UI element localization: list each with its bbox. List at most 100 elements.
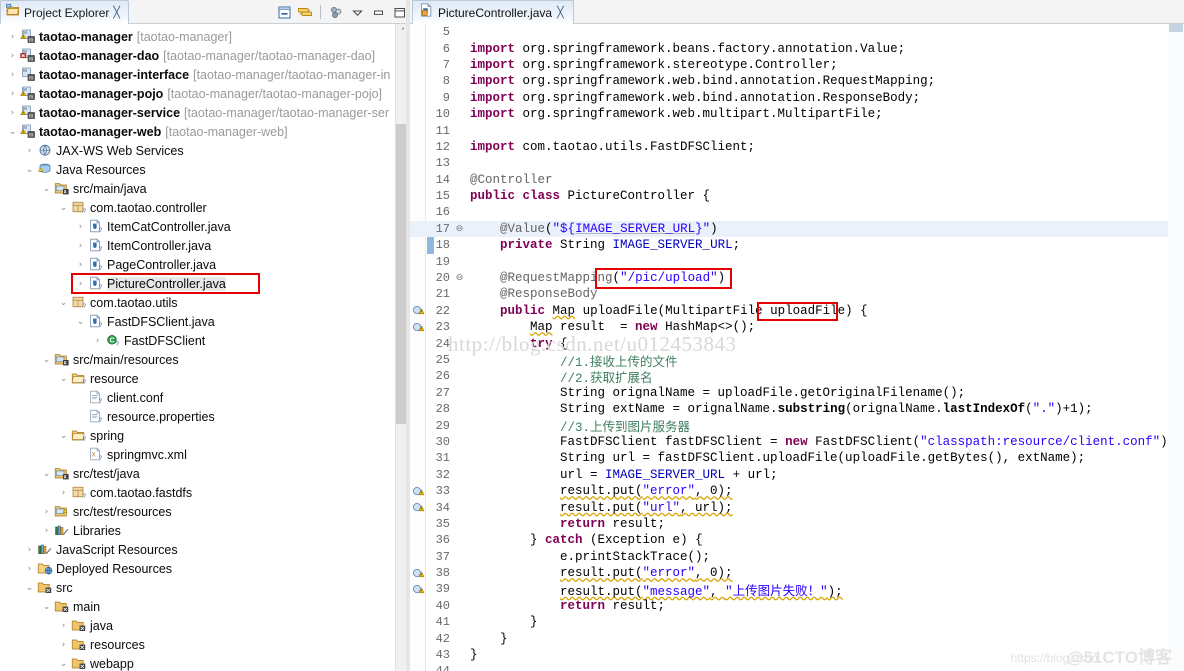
expand-arrow-icon[interactable]: ⌄ [6,127,19,137]
code-line-6[interactable]: 6 import org.springframework.beans.factor… [410,40,1184,56]
tree-item-resource[interactable]: ⌄? resource [0,369,390,388]
code-line-28[interactable]: 28 String extName = orignalName.substrin… [410,401,1184,417]
tree-item-javascript-resources[interactable]: › JavaScript Resources [0,540,390,559]
expand-arrow-icon[interactable]: ⌄ [57,431,70,441]
code-line-12[interactable]: 12 import com.taotao.utils.FastDFSClient; [410,139,1184,155]
tab-picturecontroller-java[interactable]: PictureController.java ╳ [412,0,574,24]
expand-arrow-icon[interactable]: ⌄ [57,203,70,213]
tree-item-src-main-java[interactable]: ⌄ src/main/java [0,179,390,198]
code-line-8[interactable]: 8 import org.springframework.web.bind.ann… [410,73,1184,89]
tree-item-java[interactable]: › java [0,616,390,635]
close-icon[interactable]: ╳ [557,7,564,18]
collapse-arrow-icon[interactable]: › [6,32,19,42]
tree-item-src[interactable]: ⌄ src [0,578,390,597]
code-line-19[interactable]: 19 [410,253,1184,269]
code-line-27[interactable]: 27 String orignalName = uploadFile.getOr… [410,385,1184,401]
fold-collapse-icon[interactable]: ⊖ [454,224,465,234]
tree-item-jax-ws-web-services[interactable]: › JAX-WS Web Services [0,141,390,160]
code-line-24[interactable]: 24 try { [410,335,1184,351]
close-icon[interactable]: ╳ [113,7,120,18]
expand-arrow-icon[interactable]: ⌄ [74,317,87,327]
collapse-all-icon[interactable] [275,3,293,21]
collapse-arrow-icon[interactable]: › [74,260,87,270]
code-line-31[interactable]: 31 String url = fastDFSClient.uploadFile… [410,450,1184,466]
code-line-15[interactable]: 15 public class PictureController { [410,188,1184,204]
tree-item-webapp[interactable]: ⌄ webapp [0,654,390,671]
tree-item-itemcatcontroller-java[interactable]: ›? ItemCatController.java [0,217,390,236]
collapse-arrow-icon[interactable]: › [23,545,36,555]
code-line-13[interactable]: 13 [410,155,1184,171]
code-line-33[interactable]: 33 result.put("error", 0); [410,483,1184,499]
tree-item-java-resources[interactable]: ⌄ Java Resources [0,160,390,179]
expand-arrow-icon[interactable]: ⌄ [23,165,36,175]
code-line-32[interactable]: 32 url = IMAGE_SERVER_URL + url; [410,467,1184,483]
code-line-40[interactable]: 40 return result; [410,598,1184,614]
tab-project-explorer[interactable]: Project Explorer ╳ [0,0,129,24]
collapse-arrow-icon[interactable]: › [23,564,36,574]
collapse-arrow-icon[interactable]: › [57,640,70,650]
code-line-39[interactable]: 39 result.put("message", "上传图片失败！"); [410,581,1184,599]
tree-item-springmvc-xml[interactable]: X? springmvc.xml [0,445,390,464]
code-line-9[interactable]: 9 import org.springframework.web.bind.ann… [410,90,1184,106]
tree-item-itemcontroller-java[interactable]: ›? ItemController.java [0,236,390,255]
code-line-5[interactable]: 5 [410,24,1184,40]
tree-item-pagecontroller-java[interactable]: ›? PageController.java [0,255,390,274]
code-line-21[interactable]: 21 @ResponseBody [410,286,1184,302]
chevron-down-icon[interactable] [348,3,366,21]
code-line-41[interactable]: 41 } [410,614,1184,630]
code-line-30[interactable]: 30 FastDFSClient fastDFSClient = new Fas… [410,434,1184,450]
tree-item-src-test-resources[interactable]: › src/test/resources [0,502,390,521]
tree-item-libraries[interactable]: › Libraries [0,521,390,540]
code-line-20[interactable]: 20 ⊖ @RequestMapping("/pic/upload") [410,270,1184,286]
expand-arrow-icon[interactable]: ⌄ [57,374,70,384]
code-line-25[interactable]: 25 //1.接收上传的文件 [410,352,1184,370]
tree-item-resource-properties[interactable]: ? resource.properties [0,407,390,426]
tree-item-main[interactable]: ⌄ main [0,597,390,616]
code-line-22[interactable]: 22 public Map uploadFile(MultipartFile u… [410,303,1184,319]
code-line-34[interactable]: 34 result.put("url", url); [410,499,1184,515]
collapse-arrow-icon[interactable]: › [40,526,53,536]
tree-item-taotao-manager-service[interactable]: › Mm taotao-manager-service [taotao-manager… [0,103,390,122]
collapse-arrow-icon[interactable]: › [74,279,87,289]
code-line-36[interactable]: 36 } catch (Exception e) { [410,532,1184,548]
expand-arrow-icon[interactable]: ⌄ [57,659,70,669]
collapse-arrow-icon[interactable]: › [74,241,87,251]
code-line-10[interactable]: 10 import org.springframework.web.multipa… [410,106,1184,122]
code-line-44[interactable]: 44 [410,663,1184,671]
code-line-35[interactable]: 35 return result; [410,516,1184,532]
code-line-17[interactable]: 17 ⊖ @Value("${IMAGE_SERVER_URL}") [410,220,1184,238]
collapse-arrow-icon[interactable]: › [40,507,53,517]
tree-item-client-conf[interactable]: ? client.conf [0,388,390,407]
expand-arrow-icon[interactable]: ⌄ [40,469,53,479]
tree-item-spring[interactable]: ⌄? spring [0,426,390,445]
tree-item-com-taotao-controller[interactable]: ⌄? com.taotao.controller [0,198,390,217]
code-line-14[interactable]: 14 @Controller [410,172,1184,188]
code-editor[interactable]: 5 6 import org.springframework.beans.facto… [410,24,1184,671]
code-line-11[interactable]: 11 [410,122,1184,138]
scrollbar-thumb[interactable] [1169,24,1183,32]
collapse-arrow-icon[interactable]: › [6,70,19,80]
expand-arrow-icon[interactable]: ⌄ [23,583,36,593]
fold-collapse-icon[interactable]: ⊖ [454,273,465,283]
collapse-arrow-icon[interactable]: › [6,108,19,118]
tree-item-resources[interactable]: › resources [0,635,390,654]
code-line-43[interactable]: 43} [410,647,1184,663]
code-line-18[interactable]: 18 private String IMAGE_SERVER_URL; [410,237,1184,253]
tree-item-fastdfsclient[interactable]: › C? FastDFSClient [0,331,390,350]
code-line-29[interactable]: 29 //3.上传到图片服务器 [410,417,1184,436]
tree-item-taotao-manager-pojo[interactable]: › Mm taotao-manager-pojo [taotao-manager/ta… [0,84,390,103]
collapse-arrow-icon[interactable]: › [57,488,70,498]
collapse-arrow-icon[interactable]: › [74,222,87,232]
tree-item-taotao-manager-interface[interactable]: › Mm taotao-manager-interface [taotao-manag… [0,65,391,84]
editor-vertical-scrollbar[interactable] [1168,24,1184,671]
view-menu-icon[interactable] [327,3,345,21]
tree-item-taotao-manager-web[interactable]: ⌄ Mm taotao-manager-web [taotao-manager-web… [0,122,390,141]
expand-arrow-icon[interactable]: ⌄ [40,355,53,365]
tree-item-picturecontroller-java[interactable]: ›? PictureController.java [0,274,390,293]
tree-item-taotao-manager[interactable]: › Mm taotao-manager [taotao-manager] [0,27,390,46]
collapse-arrow-icon[interactable]: › [23,146,36,156]
code-line-7[interactable]: 7 import org.springframework.stereotype.C… [410,57,1184,73]
collapse-arrow-icon[interactable]: › [6,51,19,61]
code-line-38[interactable]: 38 result.put("error", 0); [410,565,1184,581]
collapse-arrow-icon[interactable]: › [91,336,104,346]
